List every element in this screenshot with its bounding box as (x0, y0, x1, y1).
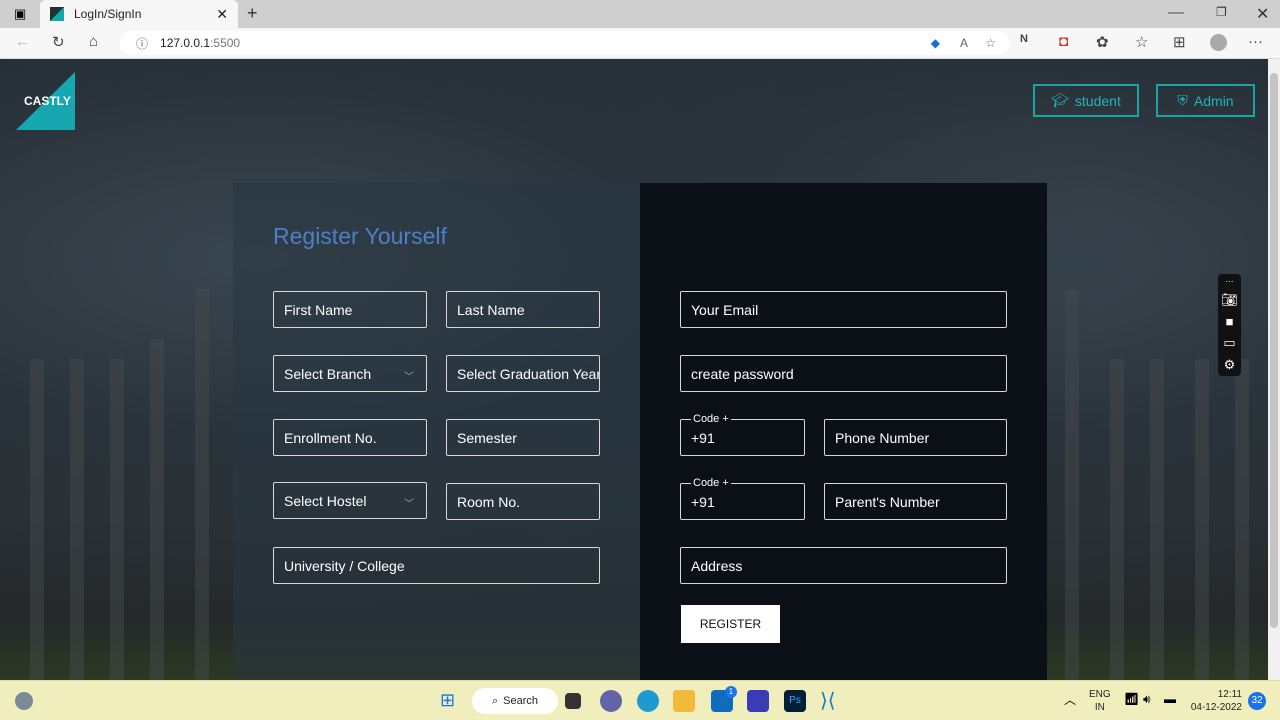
registration-left-panel: Register Yourself First Name Last Name S… (233, 183, 640, 680)
profile-avatar[interactable] (1210, 34, 1227, 51)
parent-code-input[interactable]: Code + +91 (680, 477, 805, 520)
battery-icon[interactable]: ▬ (1164, 692, 1176, 706)
extension-icon[interactable]: ◘ (1059, 33, 1068, 50)
graduation-cap-icon: 🎓︎ (1051, 92, 1069, 108)
branch-value: Select Branch (284, 365, 372, 382)
code-label: Code + (691, 477, 731, 489)
start-icon[interactable]: ⊞ (440, 690, 455, 711)
admin-button[interactable]: ⛨ Admin (1156, 84, 1255, 117)
hostel-select[interactable]: Select Hostel ﹀ (273, 482, 427, 519)
tag-icon[interactable]: ◆ (931, 36, 940, 50)
extension-n-icon[interactable]: N (1020, 33, 1028, 45)
window-icon[interactable]: ▭ (1223, 335, 1235, 351)
lang-line2: IN (1094, 702, 1105, 713)
tab-title: LogIn/SignIn (74, 7, 142, 21)
student-label: student (1074, 92, 1121, 109)
logo-text: CASTLY (24, 94, 71, 108)
phone-number-input[interactable]: Phone Number (824, 419, 1007, 456)
date: 04-12-2022 (1190, 702, 1242, 713)
volume-icon[interactable]: 🔊︎ (1143, 692, 1151, 707)
chevron-down-icon: ﹀ (404, 499, 414, 510)
branch-select[interactable]: Select Branch ﹀ (273, 355, 427, 392)
form-title: Register Yourself (273, 223, 447, 249)
window-close-icon[interactable]: ✕ (1256, 4, 1269, 24)
parent-number-input[interactable]: Parent's Number (824, 483, 1007, 520)
register-button[interactable]: REGISTER (681, 605, 780, 643)
info-icon: ⓘ (136, 36, 149, 51)
url-input[interactable]: ⓘ 127.0.0.1:5500 ◆ A ☆ (120, 31, 1010, 55)
university-input[interactable]: University / College (273, 547, 600, 584)
room-input[interactable]: Room No. (446, 483, 600, 520)
code-label: Code + (691, 413, 731, 425)
task-view-icon[interactable] (565, 693, 581, 709)
taskbar-search[interactable]: ⌕ Search (472, 688, 558, 714)
semester-input[interactable]: Semester (446, 419, 600, 456)
chevron-down-icon: ﹀ (404, 372, 414, 383)
enrollment-input[interactable]: Enrollment No. (273, 419, 427, 456)
restore-icon[interactable]: ❐ (1216, 5, 1227, 19)
tab-actions-icon[interactable]: ▣ (14, 6, 26, 22)
phone-code-input[interactable]: Code + +91 (680, 413, 805, 456)
chat-icon[interactable] (600, 690, 622, 712)
graduation-year-select[interactable]: Select Graduation Year (446, 355, 600, 392)
capture-toolbar: ⋯ 📷︎ ■ ▭ ⚙ (1218, 274, 1241, 376)
collections-icon[interactable]: ⊞ (1173, 33, 1186, 51)
browser-tab[interactable]: LogIn/SignIn ✕ (40, 0, 238, 28)
time: 12:11 (1217, 689, 1242, 700)
shield-user-icon: ⛨ (1177, 92, 1188, 108)
app-icon[interactable] (747, 690, 769, 712)
search-icon: ⌕ (491, 694, 499, 707)
weather-icon[interactable] (15, 692, 33, 710)
tab-bar: ▣ LogIn/SignIn ✕ + — ❐ ✕ (0, 0, 1280, 28)
close-tab-icon[interactable]: ✕ (216, 6, 228, 23)
back-icon[interactable]: ← (15, 33, 30, 50)
favorite-icon[interactable]: ☆ (985, 36, 996, 50)
registration-right-panel: Your Email create password Code + +91 Pho… (640, 183, 1047, 680)
read-aloud-icon[interactable]: A (960, 36, 968, 50)
hostel-value: Select Hostel (284, 492, 367, 509)
more-icon[interactable]: ··· (1248, 33, 1263, 50)
page: CASTLY 🎓︎ student ⛨ Admin Register Yoursel… (0, 59, 1268, 680)
new-tab-icon[interactable]: + (247, 3, 258, 24)
vscode-icon[interactable]: ⟩⟨ (820, 690, 842, 712)
edge-icon[interactable] (637, 690, 659, 712)
last-name-input[interactable]: Last Name (446, 291, 600, 328)
favorites-icon[interactable]: ☆ (1135, 33, 1148, 51)
password-input[interactable]: create password (680, 355, 1007, 392)
wifi-icon[interactable]: 📶︎ (1124, 692, 1139, 706)
admin-label: Admin (1193, 92, 1234, 109)
video-icon[interactable]: ■ (1226, 314, 1234, 329)
student-button[interactable]: 🎓︎ student (1033, 84, 1139, 117)
camera-icon[interactable]: 📷︎ (1221, 292, 1238, 308)
file-explorer-icon[interactable] (673, 690, 695, 712)
first-name-input[interactable]: First Name (273, 291, 427, 328)
photoshop-icon[interactable]: Ps (784, 690, 806, 712)
mail-badge: 1 (725, 686, 737, 698)
notification-badge[interactable]: 32 (1248, 692, 1266, 710)
refresh-icon[interactable]: ↻ (52, 33, 65, 51)
email-input[interactable]: Your Email (680, 291, 1007, 328)
phone-code-value: +91 (691, 429, 715, 446)
home-icon[interactable]: ⌂ (89, 33, 98, 50)
url-host: 127.0.0.1 (160, 36, 211, 50)
chevron-up-icon[interactable]: ︿ (1064, 691, 1076, 708)
clock[interactable]: 12:11 04-12-2022 (1180, 688, 1242, 714)
taskbar: ⊞ ⌕ Search 1 Ps ⟩⟨ ︿ ENG IN 📶︎ 🔊︎ ▬ 12:11 0… (0, 680, 1280, 720)
parent-code-value: +91 (691, 493, 715, 510)
address-input[interactable]: Address (680, 547, 1007, 584)
toolbar-menu-icon[interactable]: ⋯ (1226, 277, 1234, 286)
url-port: :5500 (210, 36, 241, 50)
search-label: Search (503, 695, 539, 707)
language-indicator[interactable]: ENG IN (1089, 688, 1111, 714)
scrollbar[interactable] (1268, 59, 1280, 680)
castly-logo[interactable]: CASTLY (16, 72, 75, 130)
extensions-icon[interactable]: ✿ (1096, 33, 1109, 51)
gear-icon[interactable]: ⚙ (1224, 357, 1236, 373)
favicon-icon (50, 7, 64, 21)
minimize-icon[interactable]: — (1168, 4, 1184, 22)
lang-line1: ENG (1089, 689, 1111, 700)
